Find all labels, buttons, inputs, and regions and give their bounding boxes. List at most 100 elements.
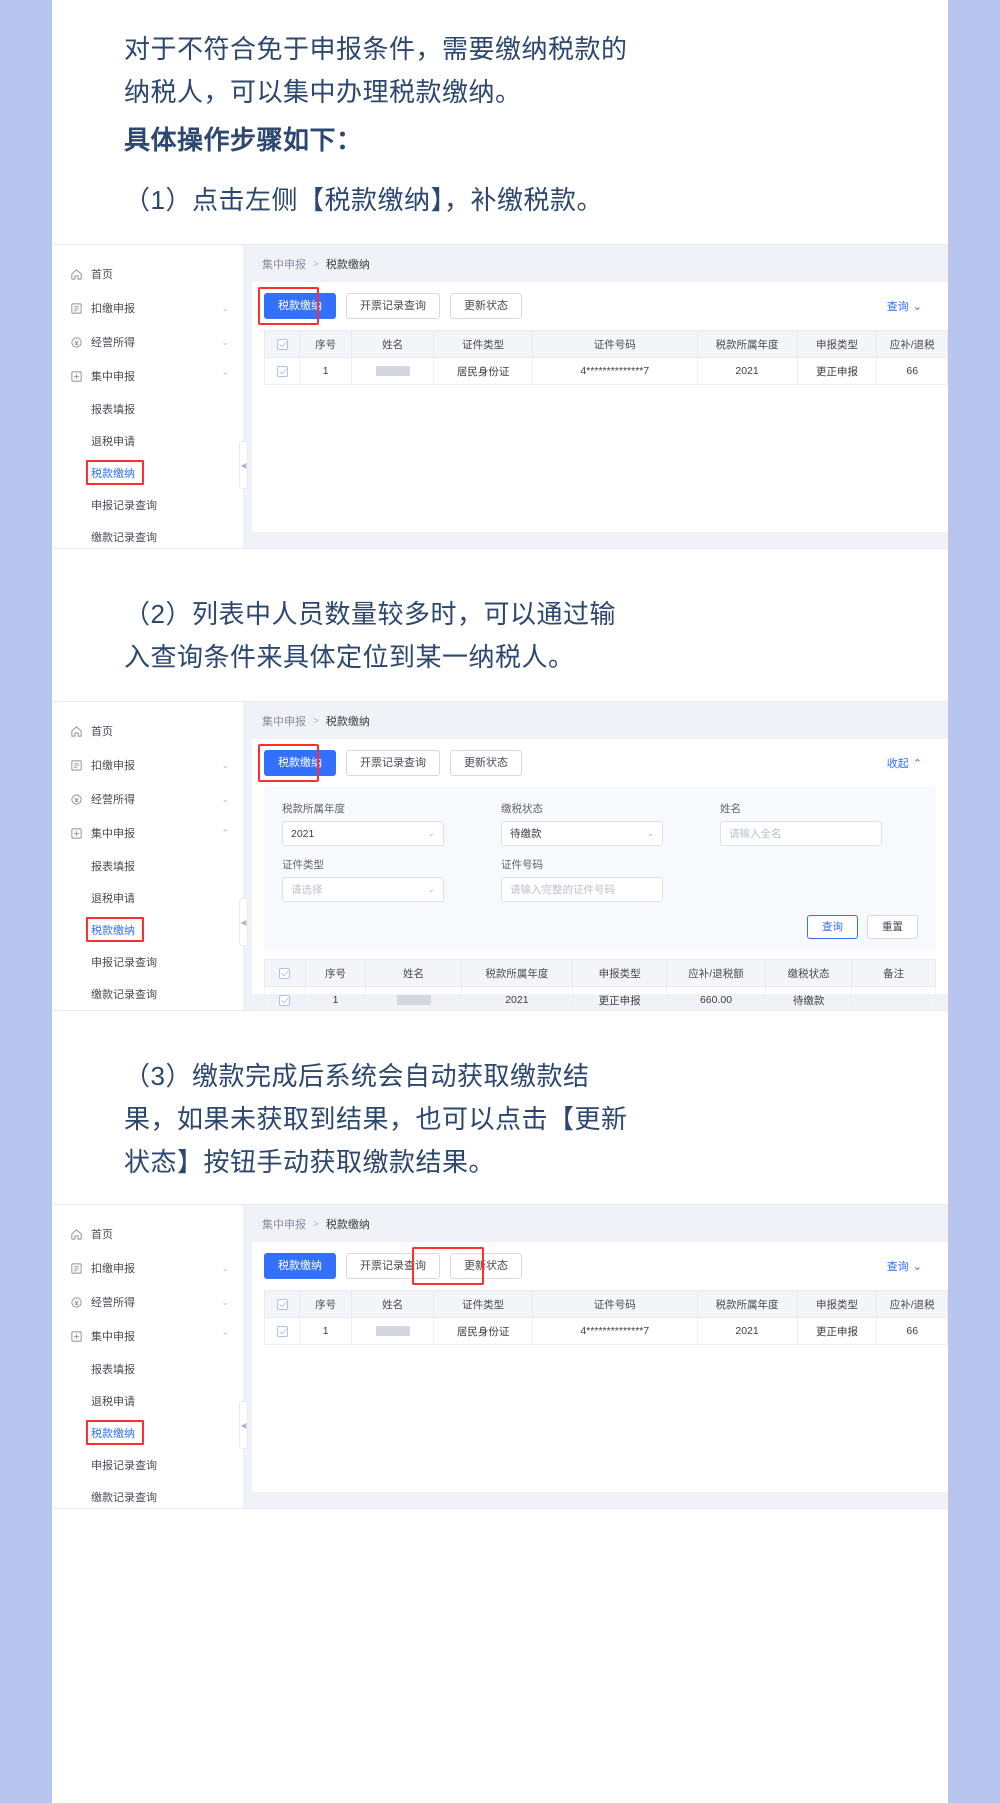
sidebar-label: 经营所得	[91, 337, 135, 349]
sidebar-collapse-handle[interactable]: ◀	[239, 441, 248, 489]
search-reset-button[interactable]: 重置	[867, 915, 918, 939]
th-name: 姓名	[350, 330, 435, 358]
sidebar-subitem-refund-apply[interactable]: 退税申请	[52, 882, 243, 914]
id-no-placeholder: 请输入完整的证件号码	[510, 884, 615, 896]
batch-icon	[70, 827, 83, 840]
table-row[interactable]: 1 居民身份证 4**************7 2021 更正申报 66	[263, 1317, 948, 1345]
sidebar-subitem-refund-apply[interactable]: 退税申请	[52, 1385, 243, 1417]
sidebar-subitem-declaration-records[interactable]: 申报记录查询	[52, 946, 243, 978]
row-checkbox-cell[interactable]	[264, 986, 306, 1010]
sidebar-subitem-declaration-records[interactable]: 申报记录查询	[52, 1449, 243, 1481]
sidebar-item-batch-declaration[interactable]: 集中申报 ⌃	[52, 1319, 243, 1353]
screenshot-1: 首页 扣缴申报 ⌄ 经营所得 ⌄ 集中申报 ⌃ 报表填报 退税申请 税款缴纳 申…	[52, 244, 948, 549]
row-checkbox-cell[interactable]	[263, 357, 301, 385]
chevron-down-icon: ⌄	[912, 1260, 922, 1273]
th-tax-year: 税款所属年度	[696, 1290, 798, 1318]
sidebar-subitem-report-fill[interactable]: 报表填报	[52, 850, 243, 882]
breadcrumb-parent[interactable]: 集中申报	[262, 1216, 306, 1232]
cell-decl-type: 更正申报	[796, 357, 878, 385]
chevron-down-icon: ⌄	[221, 336, 229, 347]
main-panel-3: 集中申报 > 税款缴纳 税款缴纳 开票记录查询 更新状态 查询 ⌄ 序号 姓名 …	[244, 1205, 948, 1508]
screenshot-3: 首页 扣缴申报 ⌄ 经营所得 ⌄ 集中申报 ⌃ 报表填报 退税申请 税款缴纳 申…	[52, 1204, 948, 1509]
sidebar-item-withholding[interactable]: 扣缴申报 ⌄	[52, 291, 243, 325]
sidebar-subitem-report-fill[interactable]: 报表填报	[52, 1353, 243, 1385]
query-toggle[interactable]: 查询 ⌄	[887, 298, 936, 314]
query-toggle[interactable]: 收起 ⌃	[887, 755, 936, 771]
checkbox-icon[interactable]	[279, 994, 291, 1006]
cell-name	[365, 986, 462, 1010]
sidebar-subitem-tax-payment[interactable]: 税款缴纳	[52, 1417, 243, 1449]
checkbox-icon[interactable]	[279, 967, 291, 979]
field-label: 证件类型	[282, 859, 324, 871]
sidebar-item-withholding[interactable]: 扣缴申报 ⌄	[52, 748, 243, 782]
sidebar-item-batch-declaration[interactable]: 集中申报 ⌃	[52, 816, 243, 850]
refresh-status-button[interactable]: 更新状态	[450, 293, 522, 319]
tax-payment-button[interactable]: 税款缴纳	[264, 293, 336, 319]
masked-name	[375, 366, 410, 377]
sidebar-subitem-report-fill[interactable]: 报表填报	[52, 393, 243, 425]
th-seq: 序号	[299, 1290, 352, 1318]
cell-amount: 66	[876, 1317, 948, 1345]
search-form: 税款所属年度 2021 ⌄ 缴税状态 待缴款 ⌄ 姓名 请输入全名 证件类型 请…	[264, 787, 936, 951]
sidebar-collapse-handle[interactable]: ◀	[239, 898, 248, 946]
form-icon	[70, 759, 83, 772]
tax-payment-button[interactable]: 税款缴纳	[264, 1253, 336, 1279]
invoice-records-button[interactable]: 开票记录查询	[346, 293, 440, 319]
sidebar-subitem-declaration-records[interactable]: 申报记录查询	[52, 489, 243, 521]
checkbox-icon[interactable]	[276, 1325, 288, 1337]
checkbox-icon[interactable]	[276, 338, 288, 350]
sidebar-item-business-income[interactable]: 经营所得 ⌄	[52, 1285, 243, 1319]
checkbox-icon[interactable]	[276, 365, 288, 377]
sidebar-subitem-tax-payment[interactable]: 税款缴纳	[52, 914, 243, 946]
id-type-select[interactable]: 请选择 ⌄	[282, 877, 444, 902]
query-toggle-label: 收起	[886, 758, 909, 770]
checkbox-icon[interactable]	[276, 1298, 288, 1310]
sidebar-subitem-refund-apply[interactable]: 退税申请	[52, 425, 243, 457]
tax-payment-button[interactable]: 税款缴纳	[264, 750, 336, 776]
sidebar-item-home[interactable]: 首页	[52, 1217, 243, 1251]
select-all-header[interactable]	[263, 330, 301, 358]
sidebar-label: 集中申报	[91, 371, 135, 383]
table-row[interactable]: 1 2021 更正申报 660.00 待缴款	[264, 986, 936, 1010]
sidebar-item-home[interactable]: 首页	[52, 257, 243, 291]
row-checkbox-cell[interactable]	[263, 1317, 301, 1345]
masked-name	[375, 1326, 410, 1337]
refresh-status-button[interactable]: 更新状态	[450, 1253, 522, 1279]
select-all-header[interactable]	[264, 959, 306, 987]
breadcrumb-parent[interactable]: 集中申报	[262, 256, 306, 272]
spacer-after-shot1	[52, 549, 948, 593]
breadcrumb-parent[interactable]: 集中申报	[262, 713, 306, 729]
collapse-arrow-icon: ◀	[240, 917, 247, 927]
sidebar-subitem-payment-records[interactable]: 缴款记录查询	[52, 978, 243, 1010]
tax-payment-table-filtered: 序号 姓名 税款所属年度 申报类型 应补/退税额 缴税状态 备注 1 2021 …	[264, 959, 936, 1010]
id-no-input[interactable]: 请输入完整的证件号码	[501, 877, 663, 902]
search-submit-button[interactable]: 查询	[807, 915, 858, 939]
refresh-status-button[interactable]: 更新状态	[450, 750, 522, 776]
tax-year-select[interactable]: 2021 ⌄	[282, 821, 444, 846]
sidebar-subitem-tax-payment[interactable]: 税款缴纳	[52, 457, 243, 489]
sidebar-1: 首页 扣缴申报 ⌄ 经营所得 ⌄ 集中申报 ⌃ 报表填报 退税申请 税款缴纳 申…	[52, 245, 248, 548]
table-row[interactable]: 1 居民身份证 4**************7 2021 更正申报 66	[263, 357, 948, 385]
sidebar-subitem-payment-records[interactable]: 缴款记录查询	[52, 521, 243, 548]
name-input[interactable]: 请输入全名	[720, 821, 882, 846]
field-id-type: 证件类型 请选择 ⌄	[282, 857, 444, 902]
cell-decl-type: 更正申报	[796, 1317, 878, 1345]
cell-id-no: 4**************7	[532, 1317, 698, 1345]
sidebar-collapse-handle[interactable]: ◀	[239, 1401, 248, 1449]
sidebar-item-business-income[interactable]: 经营所得 ⌄	[52, 782, 243, 816]
query-toggle[interactable]: 查询 ⌄	[887, 1258, 936, 1274]
invoice-records-button[interactable]: 开票记录查询	[346, 750, 440, 776]
tax-payment-table-full: 序号 姓名 证件类型 证件号码 税款所属年度 申报类型 应补/退税 1 居民身份…	[263, 330, 948, 385]
sidebar-subitem-payment-records[interactable]: 缴款记录查询	[52, 1481, 243, 1508]
sidebar-item-withholding[interactable]: 扣缴申报 ⌄	[52, 1251, 243, 1285]
field-pay-status: 缴税状态 待缴款 ⌄	[501, 801, 663, 846]
invoice-records-button[interactable]: 开票记录查询	[346, 1253, 440, 1279]
sidebar-item-batch-declaration[interactable]: 集中申报 ⌃	[52, 359, 243, 393]
select-all-header[interactable]	[263, 1290, 301, 1318]
sidebar-item-business-income[interactable]: 经营所得 ⌄	[52, 325, 243, 359]
sidebar-sub-label: 退税申请	[91, 436, 135, 448]
th-decl-type: 申报类型	[572, 959, 668, 987]
cell-remark	[851, 986, 936, 1010]
pay-status-select[interactable]: 待缴款 ⌄	[501, 821, 663, 846]
sidebar-item-home[interactable]: 首页	[52, 714, 243, 748]
